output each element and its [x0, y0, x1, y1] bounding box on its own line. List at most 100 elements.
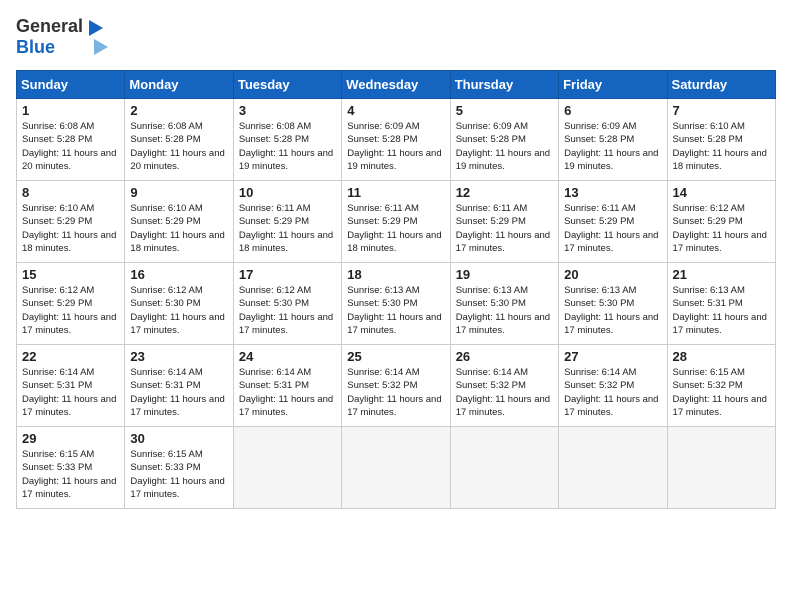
calendar-day-cell — [559, 427, 667, 509]
day-info: Sunrise: 6:13 AMSunset: 5:30 PMDaylight:… — [347, 284, 444, 337]
calendar-day-cell: 2 Sunrise: 6:08 AMSunset: 5:28 PMDaylight… — [125, 99, 233, 181]
calendar-day-cell: 7 Sunrise: 6:10 AMSunset: 5:28 PMDaylight… — [667, 99, 775, 181]
calendar-day-cell: 21Sunrise: 6:13 AMSunset: 5:31 PMDayligh… — [667, 263, 775, 345]
day-number: 28 — [673, 349, 770, 364]
day-info: Sunrise: 6:14 AMSunset: 5:32 PMDaylight:… — [564, 366, 661, 419]
weekday-header: Sunday — [17, 71, 125, 99]
day-info: Sunrise: 6:12 AMSunset: 5:30 PMDaylight:… — [239, 284, 336, 337]
day-number: 7 — [673, 103, 770, 118]
calendar-day-cell: 26 Sunrise: 6:14 AMSunset: 5:32 PMDayligh… — [450, 345, 558, 427]
calendar-day-cell: 28 Sunrise: 6:15 AMSunset: 5:32 PMDayligh… — [667, 345, 775, 427]
calendar-table: SundayMondayTuesdayWednesdayThursdayFrid… — [16, 70, 776, 509]
day-info: Sunrise: 6:15 AMSunset: 5:32 PMDaylight:… — [673, 366, 770, 419]
page-header: General Blue — [16, 16, 776, 58]
calendar-week-row: 29Sunrise: 6:15 AMSunset: 5:33 PMDayligh… — [17, 427, 776, 509]
calendar-day-cell — [233, 427, 341, 509]
day-number: 22 — [22, 349, 119, 364]
day-number: 20 — [564, 267, 661, 282]
day-info: Sunrise: 6:14 AMSunset: 5:31 PMDaylight:… — [130, 366, 227, 419]
calendar-day-cell: 18 Sunrise: 6:13 AMSunset: 5:30 PMDayligh… — [342, 263, 450, 345]
day-info: Sunrise: 6:10 AMSunset: 5:29 PMDaylight:… — [22, 202, 119, 255]
day-info: Sunrise: 6:14 AMSunset: 5:31 PMDaylight:… — [22, 366, 119, 419]
day-number: 17 — [239, 267, 336, 282]
day-number: 3 — [239, 103, 336, 118]
day-number: 23 — [130, 349, 227, 364]
calendar-day-cell: 8 Sunrise: 6:10 AMSunset: 5:29 PMDaylight… — [17, 181, 125, 263]
day-number: 8 — [22, 185, 119, 200]
day-info: Sunrise: 6:11 AMSunset: 5:29 PMDaylight:… — [456, 202, 553, 255]
calendar-week-row: 8 Sunrise: 6:10 AMSunset: 5:29 PMDaylight… — [17, 181, 776, 263]
day-info: Sunrise: 6:12 AMSunset: 5:29 PMDaylight:… — [22, 284, 119, 337]
day-number: 9 — [130, 185, 227, 200]
weekday-header: Tuesday — [233, 71, 341, 99]
day-info: Sunrise: 6:11 AMSunset: 5:29 PMDaylight:… — [564, 202, 661, 255]
weekday-header: Thursday — [450, 71, 558, 99]
day-number: 10 — [239, 185, 336, 200]
calendar-day-cell: 30 Sunrise: 6:15 AMSunset: 5:33 PMDayligh… — [125, 427, 233, 509]
calendar-day-cell: 23 Sunrise: 6:14 AMSunset: 5:31 PMDayligh… — [125, 345, 233, 427]
arrow-icon-2 — [94, 39, 108, 55]
calendar-day-cell: 15 Sunrise: 6:12 AMSunset: 5:29 PMDayligh… — [17, 263, 125, 345]
logo-wrapper: General Blue — [16, 16, 108, 58]
calendar-day-cell — [667, 427, 775, 509]
day-info: Sunrise: 6:08 AMSunset: 5:28 PMDaylight:… — [130, 120, 227, 173]
calendar-header-row: SundayMondayTuesdayWednesdayThursdayFrid… — [17, 71, 776, 99]
day-info: Sunrise: 6:08 AMSunset: 5:28 PMDaylight:… — [239, 120, 336, 173]
calendar-day-cell: 13 Sunrise: 6:11 AMSunset: 5:29 PMDayligh… — [559, 181, 667, 263]
day-info: Sunrise: 6:12 AMSunset: 5:30 PMDaylight:… — [130, 284, 227, 337]
calendar-day-cell: 16 Sunrise: 6:12 AMSunset: 5:30 PMDayligh… — [125, 263, 233, 345]
day-info: Sunrise: 6:11 AMSunset: 5:29 PMDaylight:… — [239, 202, 336, 255]
calendar-day-cell: 5Sunrise: 6:09 AMSunset: 5:28 PMDaylight… — [450, 99, 558, 181]
day-info: Sunrise: 6:15 AMSunset: 5:33 PMDaylight:… — [130, 448, 227, 501]
calendar-day-cell: 10 Sunrise: 6:11 AMSunset: 5:29 PMDayligh… — [233, 181, 341, 263]
day-info: Sunrise: 6:12 AMSunset: 5:29 PMDaylight:… — [673, 202, 770, 255]
calendar-day-cell — [342, 427, 450, 509]
day-number: 16 — [130, 267, 227, 282]
day-number: 4 — [347, 103, 444, 118]
day-number: 26 — [456, 349, 553, 364]
day-number: 2 — [130, 103, 227, 118]
day-number: 19 — [456, 267, 553, 282]
weekday-header: Wednesday — [342, 71, 450, 99]
weekday-header: Friday — [559, 71, 667, 99]
day-info: Sunrise: 6:14 AMSunset: 5:32 PMDaylight:… — [456, 366, 553, 419]
calendar-day-cell: 24 Sunrise: 6:14 AMSunset: 5:31 PMDayligh… — [233, 345, 341, 427]
calendar-day-cell: 12 Sunrise: 6:11 AMSunset: 5:29 PMDayligh… — [450, 181, 558, 263]
calendar-week-row: 1 Sunrise: 6:08 AMSunset: 5:28 PMDaylight… — [17, 99, 776, 181]
calendar-day-cell: 19Sunrise: 6:13 AMSunset: 5:30 PMDayligh… — [450, 263, 558, 345]
day-info: Sunrise: 6:13 AMSunset: 5:31 PMDaylight:… — [673, 284, 770, 337]
day-number: 30 — [130, 431, 227, 446]
day-number: 1 — [22, 103, 119, 118]
arrow-icon — [89, 20, 103, 36]
day-info: Sunrise: 6:15 AMSunset: 5:33 PMDaylight:… — [22, 448, 119, 501]
logo: General Blue — [16, 16, 108, 58]
day-info: Sunrise: 6:14 AMSunset: 5:31 PMDaylight:… — [239, 366, 336, 419]
day-info: Sunrise: 6:09 AMSunset: 5:28 PMDaylight:… — [564, 120, 661, 173]
day-number: 12 — [456, 185, 553, 200]
logo-arrows — [89, 20, 108, 55]
weekday-header: Saturday — [667, 71, 775, 99]
day-number: 11 — [347, 185, 444, 200]
day-number: 27 — [564, 349, 661, 364]
calendar-day-cell: 3 Sunrise: 6:08 AMSunset: 5:28 PMDaylight… — [233, 99, 341, 181]
logo-text: General Blue — [16, 16, 83, 58]
calendar-day-cell: 29Sunrise: 6:15 AMSunset: 5:33 PMDayligh… — [17, 427, 125, 509]
day-number: 25 — [347, 349, 444, 364]
calendar-day-cell: 4Sunrise: 6:09 AMSunset: 5:28 PMDaylight… — [342, 99, 450, 181]
day-info: Sunrise: 6:11 AMSunset: 5:29 PMDaylight:… — [347, 202, 444, 255]
calendar-day-cell: 14Sunrise: 6:12 AMSunset: 5:29 PMDayligh… — [667, 181, 775, 263]
day-number: 5 — [456, 103, 553, 118]
day-number: 18 — [347, 267, 444, 282]
calendar-week-row: 15 Sunrise: 6:12 AMSunset: 5:29 PMDayligh… — [17, 263, 776, 345]
day-info: Sunrise: 6:10 AMSunset: 5:28 PMDaylight:… — [673, 120, 770, 173]
day-number: 15 — [22, 267, 119, 282]
day-info: Sunrise: 6:14 AMSunset: 5:32 PMDaylight:… — [347, 366, 444, 419]
day-number: 13 — [564, 185, 661, 200]
day-info: Sunrise: 6:08 AMSunset: 5:28 PMDaylight:… — [22, 120, 119, 173]
calendar-day-cell: 22 Sunrise: 6:14 AMSunset: 5:31 PMDayligh… — [17, 345, 125, 427]
weekday-header: Monday — [125, 71, 233, 99]
calendar-day-cell: 20Sunrise: 6:13 AMSunset: 5:30 PMDayligh… — [559, 263, 667, 345]
calendar-day-cell: 17 Sunrise: 6:12 AMSunset: 5:30 PMDayligh… — [233, 263, 341, 345]
day-info: Sunrise: 6:10 AMSunset: 5:29 PMDaylight:… — [130, 202, 227, 255]
day-number: 24 — [239, 349, 336, 364]
